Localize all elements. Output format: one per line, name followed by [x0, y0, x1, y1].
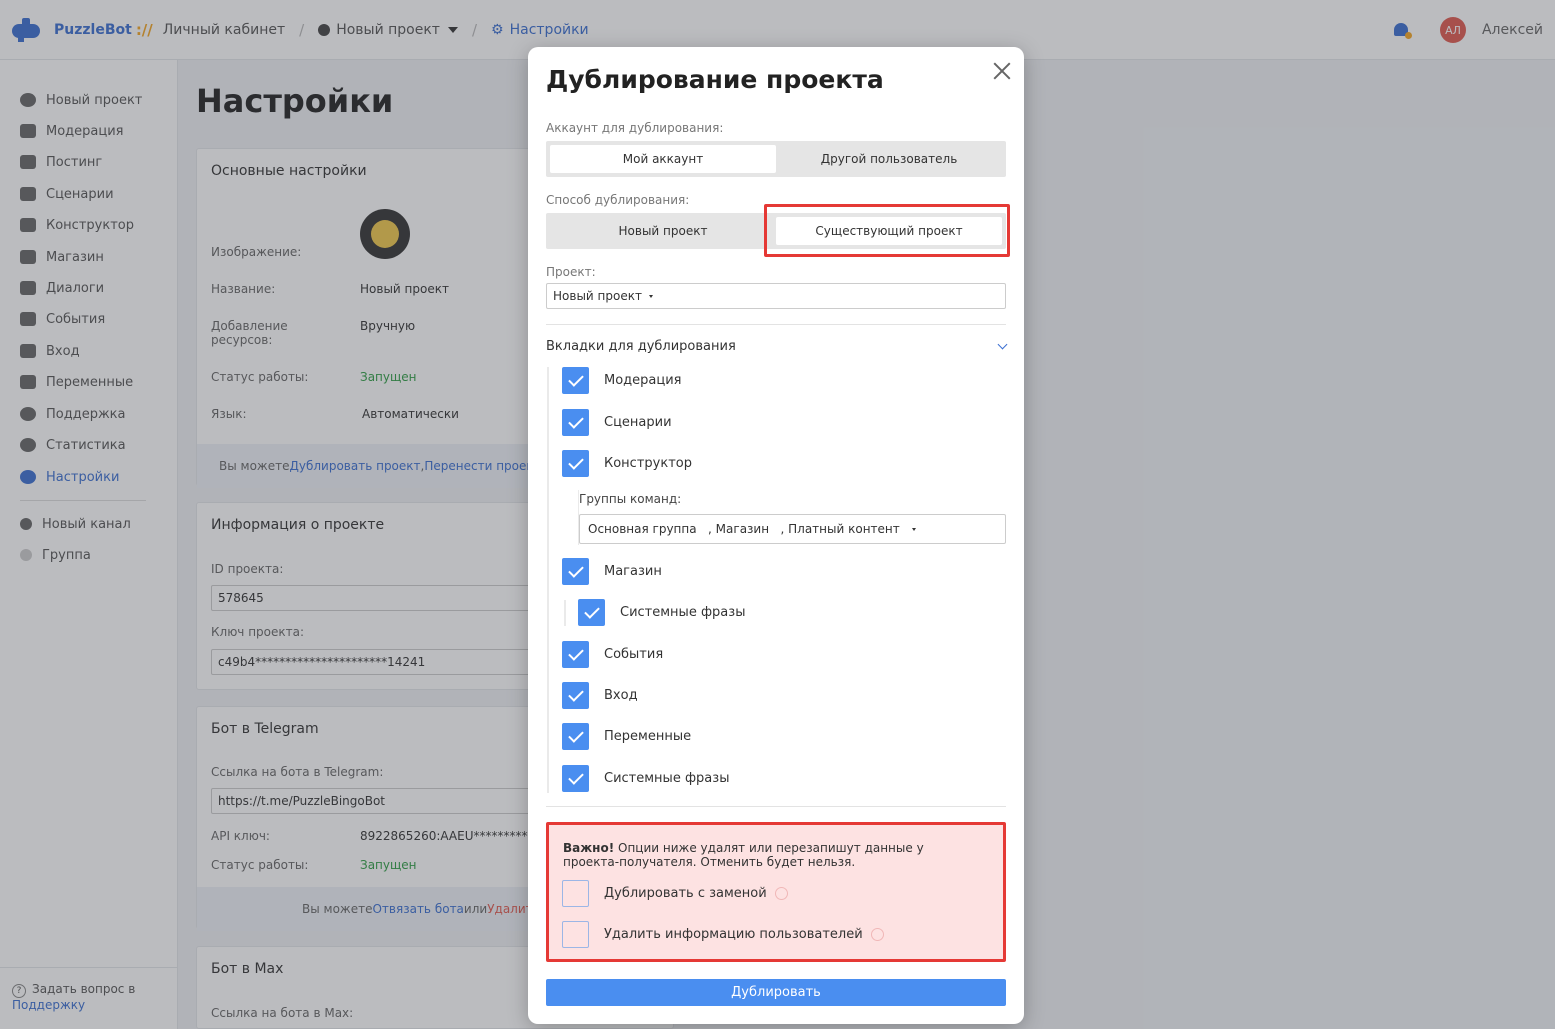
tabs-section-title: Вкладки для дублирования: [546, 339, 736, 354]
method-selector: Новый проект Существующий проект: [546, 213, 1006, 249]
help-icon[interactable]: [774, 887, 788, 900]
checkbox-checked[interactable]: [562, 641, 589, 668]
tab-checkbox-events[interactable]: События: [562, 641, 663, 668]
help-icon[interactable]: [870, 928, 884, 941]
checkbox-label: Магазин: [604, 564, 662, 579]
checkbox-label: Дублировать с заменой: [604, 886, 767, 901]
checkbox-label: Переменные: [604, 729, 692, 744]
checkbox-label: Удалить информацию пользователей: [604, 927, 863, 942]
tab-checkbox-scenarios[interactable]: Сценарии: [562, 409, 672, 436]
tab-checkbox-system-phrases[interactable]: Системные фразы: [562, 765, 729, 792]
option-delete-user-info[interactable]: Удалить информацию пользователей: [562, 921, 884, 948]
tab-checkbox-variables[interactable]: Переменные: [562, 723, 691, 750]
checkbox-label: Модерация: [604, 373, 682, 388]
method-option-existing-project[interactable]: Существующий проект: [776, 217, 1002, 245]
project-label: Проект:: [546, 265, 596, 279]
tab-checkbox-moderation[interactable]: Модерация: [562, 367, 682, 394]
close-icon[interactable]: [992, 61, 1012, 81]
method-label: Способ дублирования:: [546, 193, 690, 207]
warning-text: Важно! Опции ниже удалят или перезапишут…: [563, 841, 963, 869]
checkbox-label: Вход: [604, 688, 638, 703]
duplicate-project-modal: Дублирование проекта Аккаунт для дублиро…: [528, 47, 1024, 1024]
divider: [546, 806, 1006, 807]
checkbox-checked[interactable]: [562, 682, 589, 709]
checkbox-label: Сценарии: [604, 415, 672, 430]
account-label: Аккаунт для дублирования:: [546, 121, 724, 135]
checkbox-checked[interactable]: [562, 558, 589, 585]
command-groups-value: Основная группа , Магазин , Платный конт…: [588, 522, 900, 536]
command-groups-select[interactable]: Основная группа , Магазин , Платный конт…: [579, 514, 1006, 544]
checkbox-checked[interactable]: [562, 367, 589, 394]
checkbox-unchecked[interactable]: [562, 921, 589, 948]
tree-line: [547, 367, 549, 793]
command-groups-label: Группы команд:: [579, 492, 682, 506]
warning-box: Важно! Опции ниже удалят или перезапишут…: [546, 822, 1006, 962]
checkbox-label: Системные фразы: [620, 605, 746, 620]
tab-checkbox-shop-system-phrases[interactable]: Системные фразы: [578, 599, 745, 626]
checkbox-checked[interactable]: [562, 765, 589, 792]
tree-line: [564, 600, 566, 626]
checkbox-checked[interactable]: [578, 599, 605, 626]
checkbox-unchecked[interactable]: [562, 880, 589, 907]
project-select-value: Новый проект: [553, 289, 642, 303]
checkbox-checked[interactable]: [562, 409, 589, 436]
caret-down-icon: [648, 294, 653, 298]
tab-checkbox-constructor[interactable]: Конструктор: [562, 450, 692, 477]
checkbox-checked[interactable]: [562, 450, 589, 477]
method-option-new-project[interactable]: Новый проект: [550, 217, 776, 245]
project-select[interactable]: Новый проект: [546, 283, 1006, 309]
chevron-down-icon[interactable]: [997, 339, 1008, 350]
tab-checkbox-login[interactable]: Вход: [562, 682, 638, 709]
option-duplicate-with-replace[interactable]: Дублировать с заменой: [562, 880, 788, 907]
warning-bold: Важно!: [563, 841, 615, 855]
account-option-mine[interactable]: Мой аккаунт: [550, 145, 776, 173]
checkbox-checked[interactable]: [562, 723, 589, 750]
account-selector: Мой аккаунт Другой пользователь: [546, 141, 1006, 177]
checkbox-label: События: [604, 647, 664, 662]
checkbox-label: Конструктор: [604, 456, 692, 471]
checkbox-label: Системные фразы: [604, 771, 730, 786]
duplicate-button[interactable]: Дублировать: [546, 979, 1006, 1006]
warning-message: Опции ниже удалят или перезапишут данные…: [563, 841, 924, 869]
divider: [546, 324, 1006, 325]
tab-checkbox-shop[interactable]: Магазин: [562, 558, 662, 585]
modal-title: Дублирование проекта: [546, 65, 884, 94]
tabs-section-header[interactable]: Вкладки для дублирования: [546, 339, 1008, 354]
caret-down-icon: [911, 527, 916, 531]
account-option-other[interactable]: Другой пользователь: [776, 145, 1002, 173]
